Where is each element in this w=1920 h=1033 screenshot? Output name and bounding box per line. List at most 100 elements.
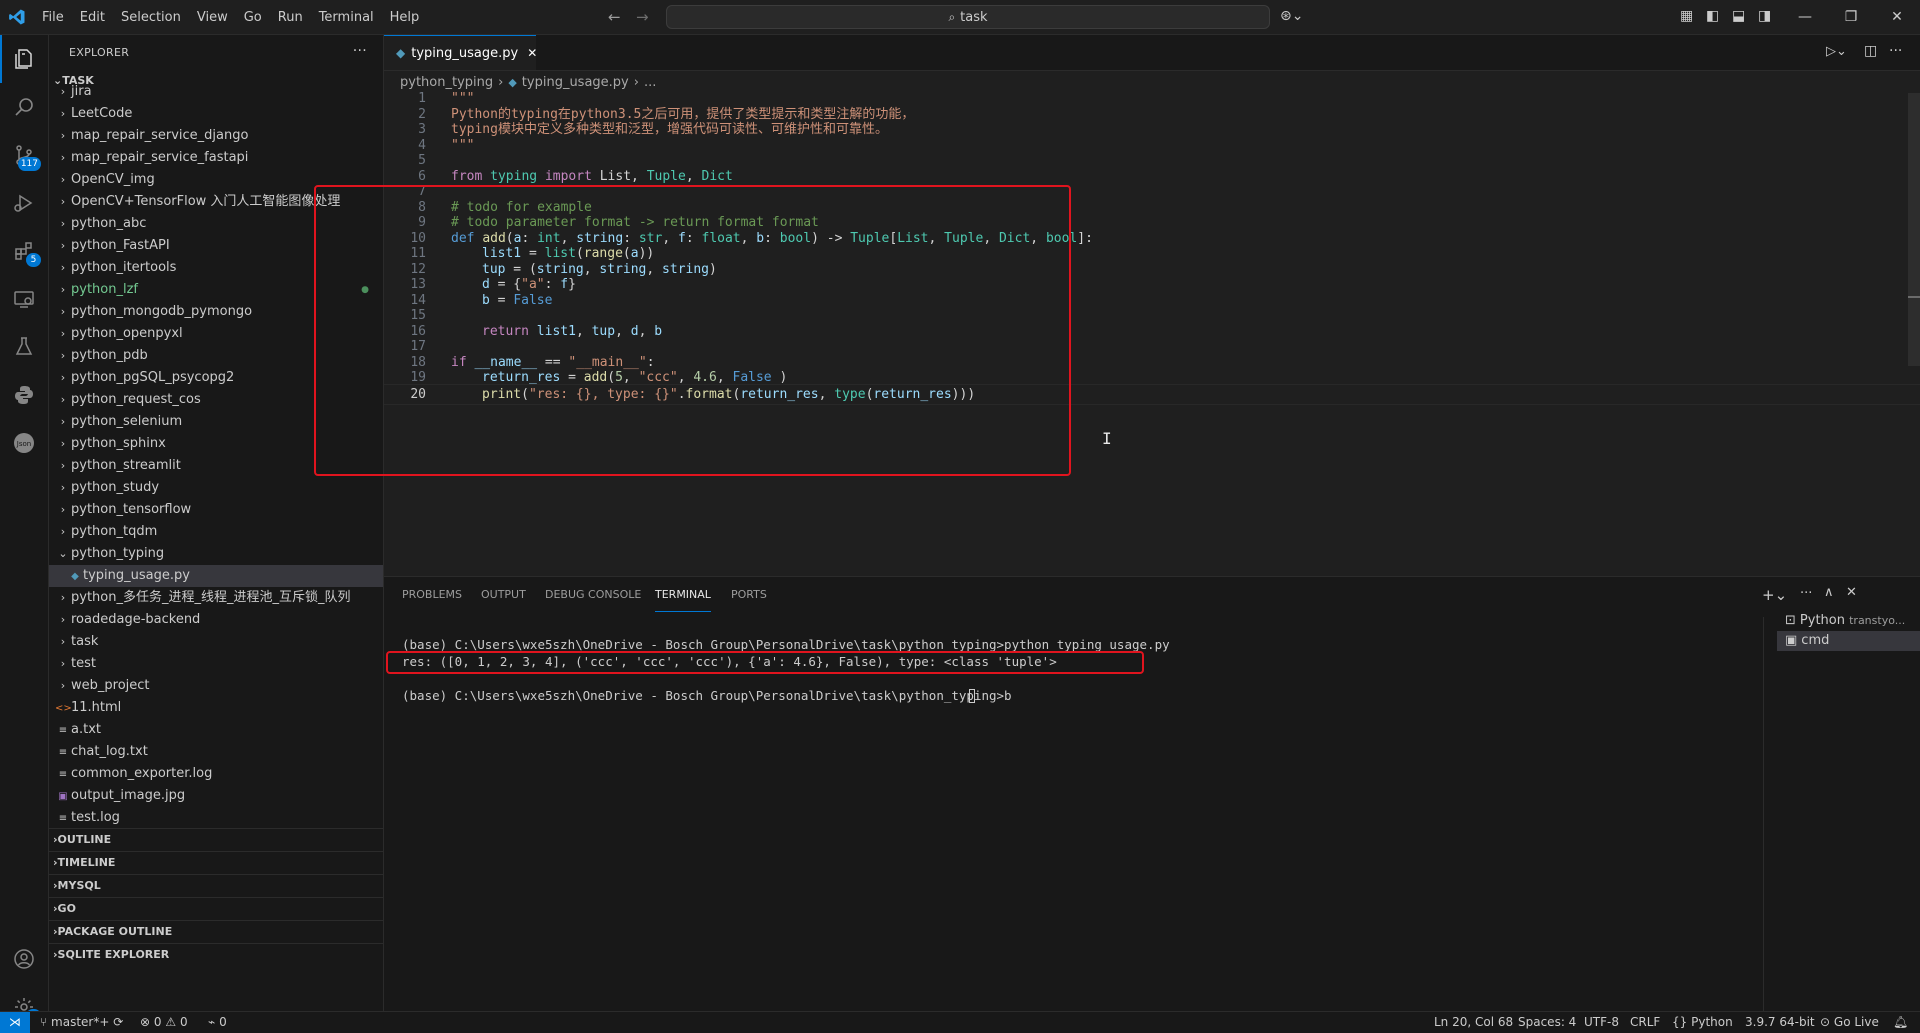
- tree-item[interactable]: ▣ output_image.jpg: [49, 785, 383, 807]
- tree-item[interactable]: ◆ typing_usage.py: [49, 565, 383, 587]
- breadcrumb-more[interactable]: ...: [644, 75, 656, 90]
- tree-item-label: python_streamlit: [71, 458, 181, 473]
- section-sqlite-explorer[interactable]: ›SQLITE EXPLORER: [49, 943, 383, 966]
- highlight-box-code: [314, 185, 1071, 476]
- tree-item[interactable]: › web_project: [49, 675, 383, 697]
- new-terminal-icon[interactable]: +⌄: [1762, 586, 1787, 604]
- tab-ports[interactable]: PORTS: [731, 577, 767, 613]
- tree-item-label: jira: [71, 84, 92, 99]
- code-editor[interactable]: 1 """ 2 Python的typing在python3.5之后可用，提供了类型提示…: [314, 91, 1920, 575]
- tree-item-label: common_exporter.log: [71, 766, 213, 781]
- account-icon[interactable]: [0, 935, 48, 983]
- menu-edit[interactable]: Edit: [72, 10, 113, 25]
- forward-arrow-icon[interactable]: →: [636, 8, 649, 26]
- breadcrumb-folder[interactable]: python_typing: [400, 75, 493, 90]
- more-actions-icon[interactable]: ···: [353, 43, 367, 59]
- tab-terminal[interactable]: TERMINAL: [655, 577, 711, 612]
- search-icon[interactable]: [0, 83, 48, 131]
- tree-item[interactable]: › map_repair_service_fastapi: [49, 147, 383, 169]
- menu-help[interactable]: Help: [382, 10, 428, 25]
- close-tab-icon[interactable]: ✕: [527, 46, 537, 60]
- toggle-panel-icon[interactable]: ⬓: [1732, 8, 1745, 24]
- explorer-icon[interactable]: [0, 35, 48, 83]
- tree-item[interactable]: ≡ chat_log.txt: [49, 741, 383, 763]
- branch-status[interactable]: ⑂ master*+ ⟳: [40, 1012, 123, 1033]
- sidebar-sections: ›OUTLINE ›TIMELINE ›MYSQL ›GO ›PACKAGE OUTLI…: [49, 828, 383, 966]
- split-editor-icon[interactable]: ◫: [1864, 43, 1877, 59]
- tree-item-label: chat_log.txt: [71, 744, 148, 759]
- problems-status[interactable]: ⊗ 0 ⚠ 0: [140, 1012, 188, 1033]
- line-ending[interactable]: CRLF: [1630, 1012, 1660, 1033]
- cursor-position[interactable]: Ln 20, Col 68: [1434, 1012, 1513, 1033]
- close-window-icon[interactable]: ✕: [1874, 0, 1920, 34]
- terminal-list-python[interactable]: ⊡ Python transtyo...: [1777, 611, 1920, 631]
- python-interpreter[interactable]: 3.9.7 64-bit: [1745, 1012, 1815, 1033]
- section-outline[interactable]: ›OUTLINE: [49, 828, 383, 851]
- editor-more-icon[interactable]: ···: [1889, 43, 1902, 59]
- tab-output[interactable]: OUTPUT: [481, 577, 526, 613]
- terminal-list-cmd[interactable]: ▣ cmd: [1777, 631, 1920, 651]
- tree-item[interactable]: <>11.html: [49, 697, 383, 719]
- run-python-file-icon[interactable]: ▷⌄: [1826, 44, 1847, 59]
- tree-item[interactable]: › python_tensorflow: [49, 499, 383, 521]
- tab-problems[interactable]: PROBLEMS: [402, 577, 462, 613]
- run-debug-icon[interactable]: [0, 179, 48, 227]
- section-package-outline[interactable]: ›PACKAGE OUTLINE: [49, 920, 383, 943]
- back-arrow-icon[interactable]: ←: [608, 8, 621, 26]
- copilot-icon[interactable]: ⊛⌄: [1280, 8, 1303, 24]
- chevron-right-icon: ›: [60, 195, 66, 208]
- encoding[interactable]: UTF-8: [1584, 1012, 1619, 1033]
- tree-item[interactable]: › python_tqdm: [49, 521, 383, 543]
- layout-customize-icon[interactable]: ▦: [1680, 8, 1693, 24]
- go-live-button[interactable]: ⊙ Go Live: [1820, 1012, 1879, 1033]
- git-branch-icon: ⑂: [40, 1015, 48, 1029]
- ports-status[interactable]: ⌁ 0: [208, 1012, 227, 1033]
- tree-item[interactable]: ≡ test.log: [49, 807, 383, 828]
- tree-item[interactable]: › roadedage-backend: [49, 609, 383, 631]
- maximize-panel-icon[interactable]: ∧: [1824, 585, 1834, 600]
- tab-typing-usage[interactable]: ◆ typing_usage.py ✕: [384, 35, 537, 70]
- tree-item[interactable]: ⌄ python_typing: [49, 543, 383, 565]
- tab-debug-console[interactable]: DEBUG CONSOLE: [545, 577, 641, 613]
- remote-explorer-icon[interactable]: [0, 275, 48, 323]
- indentation[interactable]: Spaces: 4: [1518, 1012, 1576, 1033]
- explorer-header: EXPLORER ···: [49, 35, 383, 70]
- menu-run[interactable]: Run: [270, 10, 311, 25]
- minimize-icon[interactable]: —: [1782, 0, 1828, 34]
- menu-view[interactable]: View: [189, 10, 236, 25]
- menu-terminal[interactable]: Terminal: [311, 10, 382, 25]
- menu-selection[interactable]: Selection: [113, 10, 189, 25]
- json-icon[interactable]: Json: [0, 419, 48, 467]
- python-icon[interactable]: [0, 371, 48, 419]
- highlight-box-output: [386, 651, 1144, 674]
- tree-item[interactable]: › task: [49, 631, 383, 653]
- remote-indicator[interactable]: ⋊: [0, 1012, 30, 1033]
- breadcrumb-file[interactable]: typing_usage.py: [522, 75, 629, 90]
- tree-item[interactable]: › python_study: [49, 477, 383, 499]
- section-timeline[interactable]: ›TIMELINE: [49, 851, 383, 874]
- toggle-sidebar-icon[interactable]: ◧: [1706, 8, 1719, 24]
- scrollbar-thumb[interactable]: [1908, 93, 1920, 366]
- section-go[interactable]: ›GO: [49, 897, 383, 920]
- toggle-secondary-sidebar-icon[interactable]: ◨: [1758, 8, 1771, 24]
- command-center-search[interactable]: ⌕ task: [666, 5, 1270, 29]
- menu-file[interactable]: File: [34, 10, 72, 25]
- tree-item[interactable]: › jira: [49, 81, 383, 103]
- extensions-icon[interactable]: 5: [0, 227, 48, 275]
- testing-flask-icon[interactable]: [0, 323, 48, 371]
- tree-item[interactable]: › map_repair_service_django: [49, 125, 383, 147]
- source-control-icon[interactable]: 117: [0, 131, 48, 179]
- tree-item[interactable]: ≡ common_exporter.log: [49, 763, 383, 785]
- restore-icon[interactable]: ❐: [1828, 0, 1874, 34]
- menu-go[interactable]: Go: [236, 10, 270, 25]
- close-panel-icon[interactable]: ✕: [1846, 585, 1857, 600]
- notifications-bell-icon[interactable]: 🔔︎: [1893, 1012, 1908, 1033]
- panel-more-icon[interactable]: ···: [1800, 586, 1812, 601]
- section-mysql[interactable]: ›MYSQL: [49, 874, 383, 897]
- tree-item[interactable]: ≡ a.txt: [49, 719, 383, 741]
- tree-item[interactable]: › test: [49, 653, 383, 675]
- tree-item-label: python_mongodb_pymongo: [71, 304, 253, 319]
- tree-item[interactable]: › LeetCode: [49, 103, 383, 125]
- tree-item[interactable]: › python_多任务_进程_线程_进程池_互斥锁_队列: [49, 587, 383, 609]
- language-mode[interactable]: {} Python: [1672, 1012, 1733, 1033]
